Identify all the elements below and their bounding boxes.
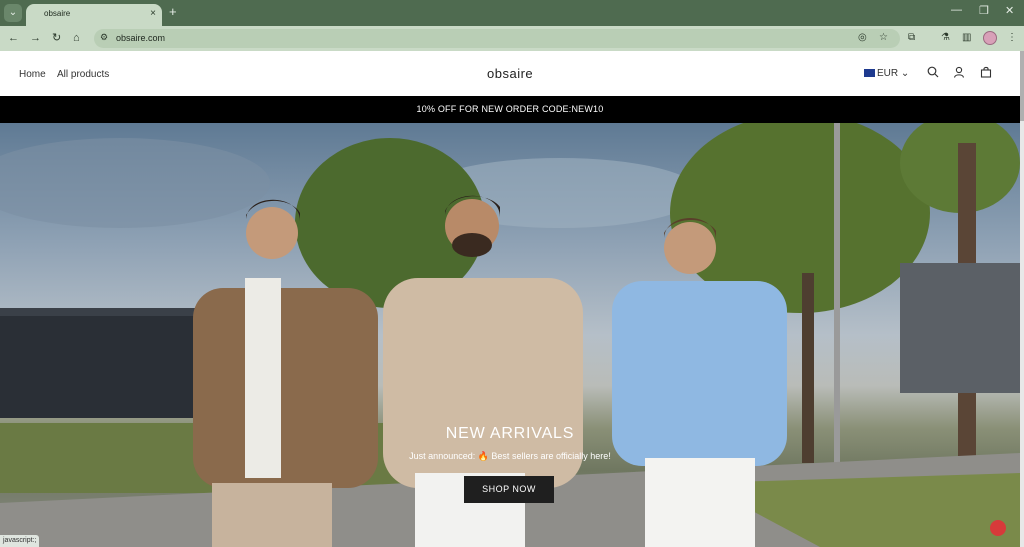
address-bar[interactable]: ⚙ obsaire.com ◎ ☆ <box>94 29 900 48</box>
eye-off-icon[interactable]: ◎ <box>858 32 867 43</box>
nav-all-products-link[interactable]: All products <box>57 69 109 80</box>
browser-tab-bar: ⌄ obsaire × + — ❐ ✕ <box>0 0 1024 26</box>
nav-home-link[interactable]: Home <box>19 69 46 80</box>
labs-icon[interactable]: ⚗ <box>941 32 950 43</box>
announcement-text: 10% OFF FOR NEW ORDER CODE:NEW10 <box>416 104 604 114</box>
browser-tab[interactable]: obsaire × <box>26 4 162 26</box>
site-header: Home All products obsaire EUR ⌄ <box>0 51 1020 96</box>
new-tab-button[interactable]: + <box>169 5 177 19</box>
extensions-icon[interactable]: ⧉ <box>908 32 915 43</box>
home-icon[interactable]: ⌂ <box>73 31 80 45</box>
currency-code: EUR <box>877 68 899 79</box>
browser-toolbar: ← → ↻ ⌂ ⚙ obsaire.com ◎ ☆ ⧉ ⚗ ▥ ⋮ <box>0 26 1024 51</box>
cart-icon[interactable] <box>980 66 992 78</box>
eu-flag-icon <box>864 69 875 77</box>
site-logo[interactable]: obsaire <box>487 66 533 81</box>
tab-search-button[interactable]: ⌄ <box>4 4 22 22</box>
window-close-icon[interactable]: ✕ <box>1005 4 1014 17</box>
currency-selector[interactable]: EUR ⌄ <box>864 68 909 79</box>
page-scrollbar[interactable] <box>1020 51 1024 547</box>
restore-icon[interactable]: ❐ <box>979 4 989 17</box>
back-icon[interactable]: ← <box>8 31 19 45</box>
bookmark-star-icon[interactable]: ☆ <box>879 32 888 43</box>
scrollbar-thumb[interactable] <box>1020 51 1024 121</box>
shop-now-button[interactable]: SHOP NOW <box>464 476 554 503</box>
search-icon[interactable] <box>927 66 939 78</box>
site-info-icon[interactable]: ⚙ <box>100 32 108 43</box>
profile-avatar[interactable] <box>983 31 997 45</box>
tab-title: obsaire <box>44 9 71 18</box>
status-bar: javascript:; <box>0 535 40 547</box>
hero-banner: NEW ARRIVALS Just announced: 🔥 Best sell… <box>0 123 1020 547</box>
minimize-icon[interactable]: — <box>951 4 962 16</box>
forward-icon[interactable]: → <box>30 31 41 45</box>
hero-title: NEW ARRIVALS <box>445 425 575 442</box>
url-text: obsaire.com <box>116 33 166 43</box>
browser-menu-icon[interactable]: ⋮ <box>1007 32 1017 43</box>
hero-subtitle: Just announced: 🔥 Best sellers are offic… <box>409 451 611 461</box>
announcement-bar: 10% OFF FOR NEW ORDER CODE:NEW10 <box>0 96 1020 123</box>
tab-close-icon[interactable]: × <box>150 8 156 19</box>
side-panel-icon[interactable]: ▥ <box>962 32 971 43</box>
chevron-down-icon: ⌄ <box>900 68 910 79</box>
account-icon[interactable] <box>953 66 965 78</box>
reload-icon[interactable]: ↻ <box>52 31 61 45</box>
chat-widget-icon[interactable] <box>990 520 1006 536</box>
